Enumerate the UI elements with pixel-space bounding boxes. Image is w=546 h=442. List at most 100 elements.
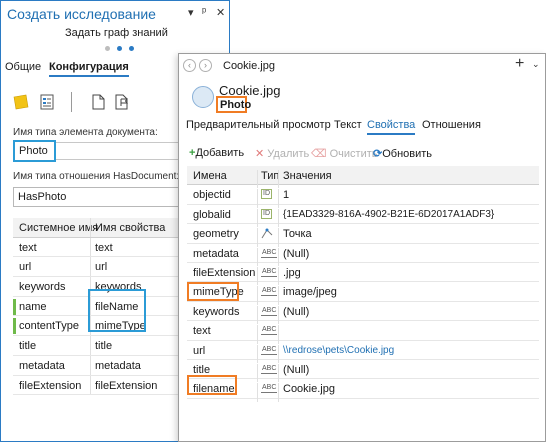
table-row[interactable]: keywords ABC (Null) [187, 302, 539, 325]
property-name-cell[interactable]: title [95, 340, 112, 352]
delete-label: Удалить [267, 148, 310, 160]
delete-x-icon: ✕ [255, 148, 268, 160]
column-header-names[interactable]: Имена [193, 170, 227, 182]
properties-table: Имена Тип Значения objectid ID 1 globalid I… [187, 166, 539, 402]
property-value[interactable]: Cookie.jpg [283, 383, 335, 395]
property-value-link[interactable]: \\redrose\pets\Cookie.jpg [283, 345, 394, 356]
property-name-cell[interactable]: metadata [95, 360, 141, 372]
text-type-icon: ABC [261, 326, 278, 336]
flag-document-icon[interactable] [113, 93, 131, 111]
properties-tabs: Предварительный просмотр Текст Свойства … [186, 119, 545, 137]
clear-label: Очистить [329, 148, 378, 160]
window-title: Cookie.jpg [223, 60, 275, 72]
step-indicator-1[interactable] [105, 46, 110, 51]
add-label: Добавить [195, 147, 245, 159]
tab-preview[interactable]: Предварительный просмотр [186, 119, 331, 131]
property-name: metadata [193, 247, 239, 260]
step-indicator-2[interactable] [117, 46, 122, 51]
step-title: Задать граф знаний [65, 27, 168, 39]
back-icon[interactable]: ‹ [183, 59, 196, 72]
id-type-icon: ID [261, 208, 272, 219]
pin-icon[interactable]: ᵖ [202, 6, 206, 18]
tab-configuration[interactable]: Конфигурация [49, 61, 129, 77]
property-name: fileExtension [193, 266, 256, 279]
table-row[interactable]: objectid ID 1 [187, 185, 539, 208]
document-type-label: Имя типа элемента документа: [13, 127, 158, 138]
eraser-icon: ⌫ [311, 148, 330, 160]
close-icon[interactable]: ✕ [216, 6, 225, 19]
system-name-cell: name [19, 300, 47, 313]
entity-icon [192, 86, 214, 108]
modified-marker [13, 298, 16, 315]
system-name-cell: contentType [19, 320, 79, 333]
property-name-cell[interactable]: fileExtension [95, 380, 157, 392]
step-indicator-3[interactable] [129, 46, 134, 51]
table-row[interactable]: globalid ID {1EAD3329-816A-4902-B21E-6D201… [187, 205, 539, 228]
highlight-box-filename [187, 375, 237, 395]
table-row[interactable]: url ABC \\redrose\pets\Cookie.jpg [187, 341, 539, 363]
chevron-down-icon[interactable]: ⌄ [532, 59, 540, 70]
relationship-type-label: Имя типа отношения HasDocument: [13, 171, 180, 182]
text-type-icon: ABC [261, 267, 278, 277]
property-name: url [193, 344, 206, 357]
system-name-cell: url [19, 261, 32, 274]
refresh-icon: ⟳ [373, 148, 383, 160]
property-value[interactable]: image/jpeg [283, 286, 337, 298]
property-value[interactable]: 1 [283, 189, 289, 201]
property-value[interactable]: (Null) [283, 364, 309, 376]
column-header-type[interactable]: Тип [261, 170, 279, 182]
column-header-values[interactable]: Значения [283, 170, 332, 182]
document-list-icon[interactable] [38, 93, 56, 111]
property-value[interactable]: .jpg [283, 267, 301, 279]
tab-relationships[interactable]: Отношения [422, 119, 481, 131]
table-row[interactable]: fileExtension ABC .jpg [187, 263, 539, 286]
text-type-icon: ABC [261, 364, 278, 374]
document-icon[interactable] [89, 93, 107, 111]
table-row[interactable]: filename ABC Cookie.jpg [187, 379, 539, 402]
table-row[interactable]: geometry Точка [187, 224, 539, 247]
tab-properties[interactable]: Свойства [367, 119, 416, 135]
tab-general[interactable]: Общие [5, 61, 41, 73]
property-name: geometry [193, 228, 239, 241]
property-value[interactable]: (Null) [283, 248, 309, 260]
properties-toolbar: +Добавить ✕ Удалить ⌫ Очистить ⟳Обновить [189, 147, 539, 163]
column-header-system-name[interactable]: Системное имя [19, 222, 98, 234]
add-tab-icon[interactable]: + [515, 55, 524, 73]
clear-button[interactable]: ⌫ Очистить [311, 147, 378, 160]
system-name-cell: metadata [19, 359, 65, 372]
highlight-box-mapped-properties [88, 289, 146, 332]
entity-type-badge: Photo [216, 96, 251, 113]
property-name: globalid [193, 208, 231, 221]
text-type-icon: ABC [261, 306, 278, 316]
refresh-button[interactable]: ⟳Обновить [373, 147, 432, 160]
property-name: keywords [193, 305, 240, 318]
column-header-property-name[interactable]: Имя свойства [95, 222, 165, 234]
table-row[interactable]: title ABC (Null) [187, 360, 539, 383]
table-row[interactable]: mimeType ABC image/jpeg [187, 282, 539, 305]
system-name-cell: text [19, 241, 37, 254]
system-name-cell: keywords [19, 281, 66, 294]
text-type-icon: ABC [261, 248, 278, 258]
property-value[interactable]: Точка [283, 228, 312, 240]
sticky-note-icon[interactable] [12, 93, 30, 111]
property-value[interactable]: (Null) [283, 306, 309, 318]
add-button[interactable]: +Добавить [189, 147, 244, 159]
table-row[interactable]: metadata ABC (Null) [187, 244, 539, 266]
table-row[interactable]: text ABC [187, 321, 539, 344]
geometry-icon [261, 227, 273, 242]
property-value[interactable]: {1EAD3329-816A-4902-B21E-6D2017A1ADF3} [283, 209, 494, 220]
refresh-label: Обновить [382, 148, 433, 160]
highlight-box-mimetype [187, 282, 239, 301]
property-name-cell[interactable]: url [95, 261, 107, 273]
document-type-field[interactable]: Photo [13, 140, 56, 162]
property-name-cell[interactable]: text [95, 242, 113, 254]
table-header-row: Имена Тип Значения [187, 166, 539, 189]
pane-menu-dropdown[interactable]: ▾ [188, 6, 194, 19]
tab-text[interactable]: Текст [334, 119, 362, 131]
delete-button[interactable]: ✕ Удалить [255, 147, 309, 160]
pane-title: Создать исследование [7, 6, 156, 22]
text-type-icon: ABC [261, 384, 278, 394]
text-type-icon: ABC [261, 345, 278, 355]
forward-icon[interactable]: › [199, 59, 212, 72]
text-type-icon: ABC [261, 287, 278, 297]
